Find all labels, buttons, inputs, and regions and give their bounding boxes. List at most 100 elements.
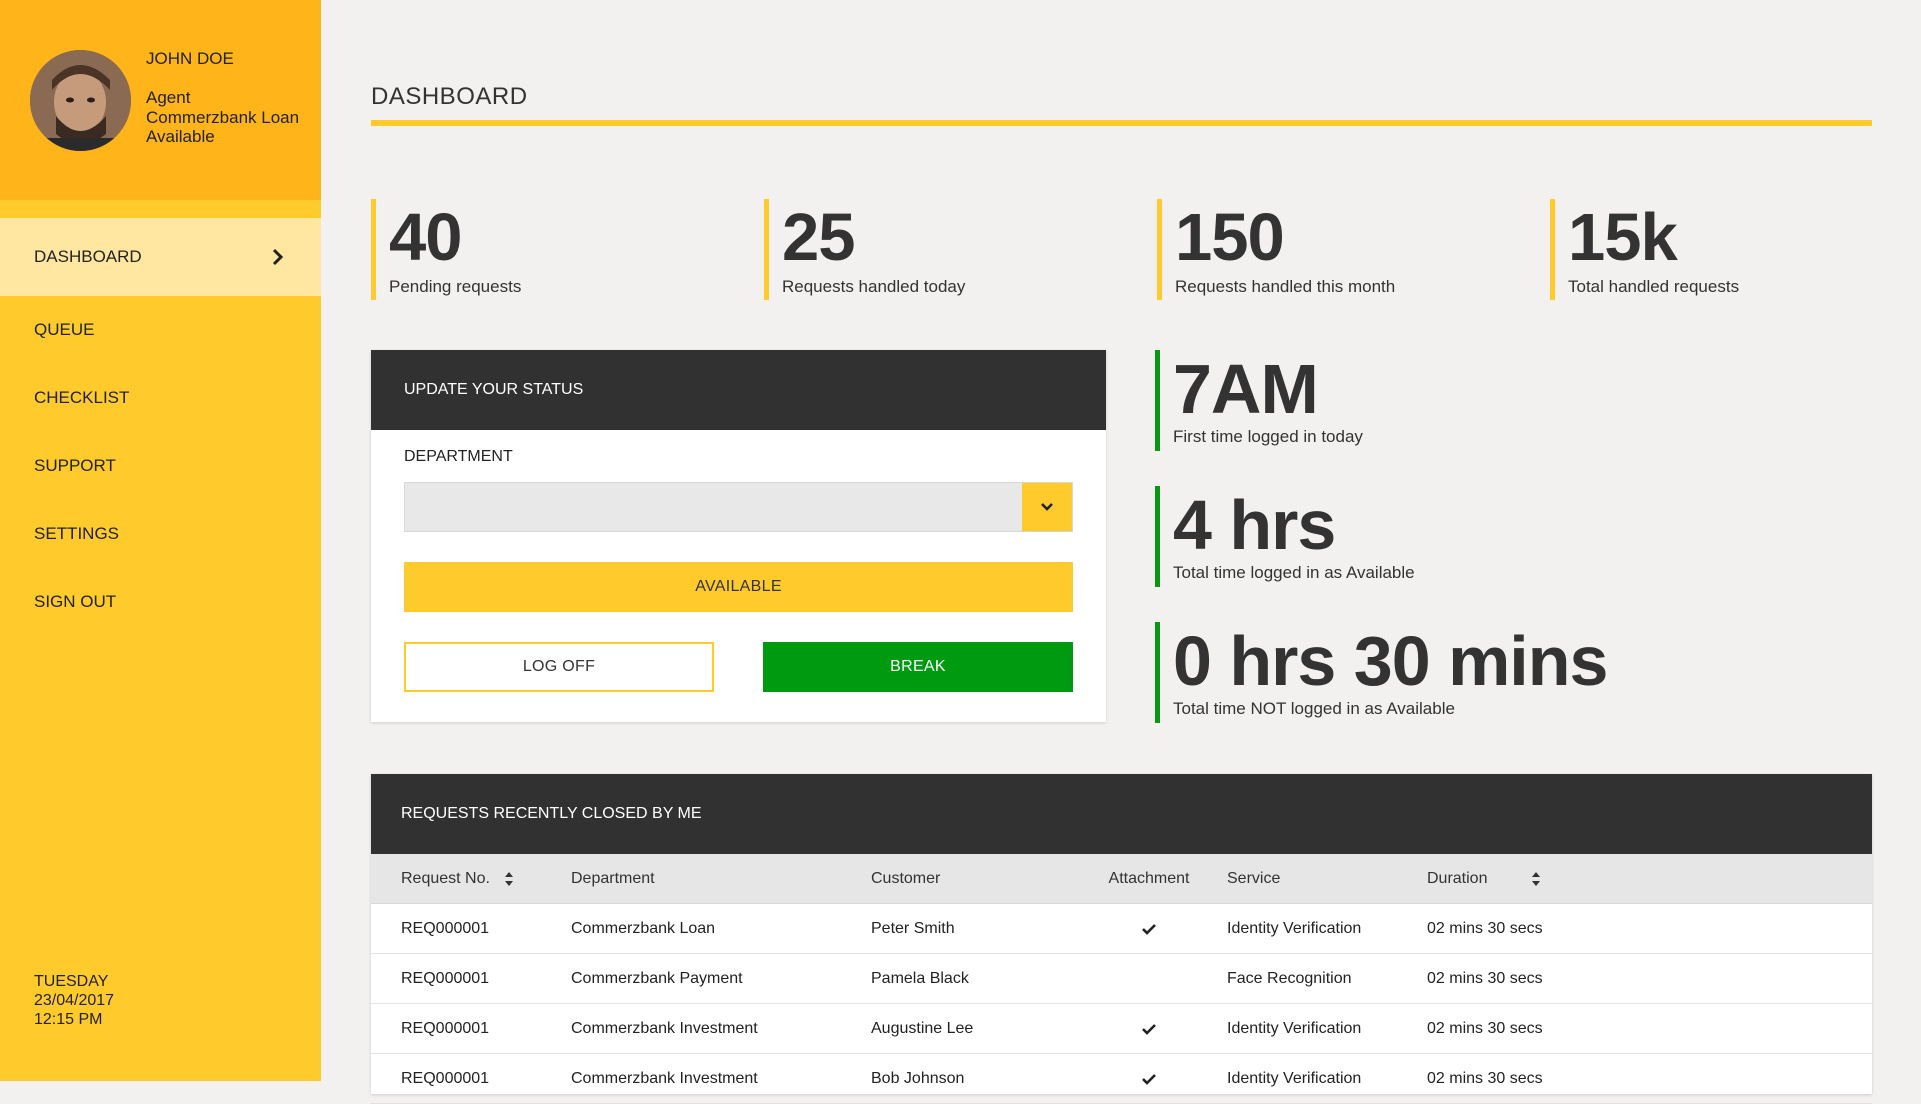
page-title: DASHBOARD (371, 83, 528, 110)
cell-request-no: REQ000001 (401, 1069, 490, 1087)
sidebar-item-sign-out[interactable]: SIGN OUT (0, 568, 321, 636)
update-status-card: UPDATE YOUR STATUS DEPARTMENT AVAILABLE … (371, 350, 1106, 722)
available-button[interactable]: AVAILABLE (404, 562, 1073, 612)
stat-label: Total time NOT logged in as Available (1173, 699, 1455, 718)
sidebar: JOHN DOE Agent Commerzbank Loan Availabl… (0, 0, 321, 1081)
card-title: REQUESTS RECENTLY CLOSED BY ME (401, 805, 702, 822)
sidebar-item-support[interactable]: SUPPORT (0, 432, 321, 500)
cell-customer: Augustine Lee (871, 1019, 974, 1037)
stat-first-login: 7AM First time logged in today (1155, 350, 1363, 451)
column-header-customer: Customer (871, 869, 941, 887)
chevron-right-icon (272, 248, 284, 266)
cell-duration: 02 mins 30 secs (1427, 1069, 1543, 1087)
cell-request-no: REQ000001 (401, 919, 490, 937)
stat-value: 40 (389, 200, 463, 275)
sidebar-item-label: CHECKLIST (34, 388, 130, 407)
sidebar-item-label: SUPPORT (34, 456, 116, 475)
card-header: REQUESTS RECENTLY CLOSED BY ME (371, 774, 1872, 854)
cell-request-no: REQ000001 (401, 1019, 490, 1037)
column-label: Duration (1427, 869, 1488, 887)
stat-value: 150 (1175, 200, 1285, 275)
table-header: Request No. Department Customer Attachme… (371, 854, 1872, 904)
sidebar-item-checklist[interactable]: CHECKLIST (0, 364, 321, 432)
card-title: UPDATE YOUR STATUS (404, 381, 584, 398)
cell-request-no: REQ000001 (401, 969, 490, 987)
sidebar-item-settings[interactable]: SETTINGS (0, 500, 321, 568)
stat-value: 7AM (1173, 350, 1319, 428)
sidebar-item-dashboard[interactable]: DASHBOARD (0, 218, 321, 296)
sidebar-item-label: SETTINGS (34, 524, 120, 543)
recent-requests-card: REQUESTS RECENTLY CLOSED BY ME Request N… (371, 774, 1872, 1104)
cell-attachment (1071, 923, 1227, 935)
avatar (30, 50, 131, 151)
stat-handled-month: 150 Requests handled this month (1157, 199, 1395, 300)
stat-value: 4 hrs (1173, 486, 1336, 564)
stat-label: Total time logged in as Available (1173, 563, 1415, 582)
chevron-down-icon (1041, 503, 1053, 511)
date: 23/04/2017 (34, 992, 115, 1009)
cell-service: Identity Verification (1227, 1069, 1362, 1087)
column-header-attachment: Attachment (1108, 869, 1190, 887)
card-header: UPDATE YOUR STATUS (371, 350, 1106, 430)
user-name: JOHN DOE (146, 49, 234, 68)
cell-duration: 02 mins 30 secs (1427, 919, 1543, 937)
cell-customer: Bob Johnson (871, 1069, 965, 1087)
cell-department: Commerzbank Payment (571, 969, 743, 987)
stat-value: 0 hrs 30 mins (1173, 622, 1608, 700)
stat-total-handled: 15k Total handled requests (1550, 199, 1739, 300)
sort-icon[interactable] (1531, 871, 1541, 887)
department-dropdown-toggle[interactable] (1022, 483, 1072, 531)
check-icon (1142, 923, 1156, 935)
cell-duration: 02 mins 30 secs (1427, 969, 1543, 987)
stat-label: Pending requests (389, 277, 522, 296)
cell-service: Identity Verification (1227, 919, 1362, 937)
stat-label: First time logged in today (1173, 427, 1363, 446)
profile-panel: JOHN DOE Agent Commerzbank Loan Availabl… (0, 0, 321, 200)
stat-value: 25 (782, 200, 856, 275)
stat-handled-today: 25 Requests handled today (764, 199, 965, 300)
cell-attachment (1071, 1023, 1227, 1035)
cell-duration: 02 mins 30 secs (1427, 1019, 1543, 1037)
sidebar-nav: DASHBOARD QUEUE CHECKLIST SUPPORT SETTIN… (0, 218, 321, 636)
log-off-button[interactable]: LOG OFF (404, 642, 714, 692)
sidebar-item-queue[interactable]: QUEUE (0, 296, 321, 364)
cell-service: Face Recognition (1227, 969, 1352, 987)
time: 12:15 PM (34, 1011, 103, 1028)
cell-department: Commerzbank Investment (571, 1019, 758, 1037)
stat-pending-requests: 40 Pending requests (371, 199, 521, 300)
sidebar-item-label: SIGN OUT (34, 592, 117, 611)
department-select[interactable] (404, 482, 1073, 532)
stat-label: Requests handled this month (1175, 277, 1396, 296)
cell-service: Identity Verification (1227, 1019, 1362, 1037)
sort-icon[interactable] (504, 871, 514, 887)
cell-department: Commerzbank Investment (571, 1069, 758, 1087)
table-row[interactable]: REQ000001 Commerzbank Investment Augusti… (371, 1004, 1872, 1054)
table-row[interactable]: REQ000001 Commerzbank Investment Bob Joh… (371, 1054, 1872, 1104)
column-header-service: Service (1227, 869, 1281, 887)
stat-value: 15k (1568, 200, 1678, 275)
column-header-request-no[interactable]: Request No. (371, 870, 571, 888)
cell-customer: Pamela Black (871, 969, 969, 987)
stat-label: Total handled requests (1568, 277, 1740, 296)
table-row[interactable]: REQ000001 Commerzbank Payment Pamela Bla… (371, 954, 1872, 1004)
sidebar-item-label: QUEUE (34, 320, 95, 339)
stat-label: Requests handled today (782, 277, 966, 296)
stat-time-not-available: 0 hrs 30 mins Total time NOT logged in a… (1155, 622, 1608, 723)
cell-department: Commerzbank Loan (571, 919, 716, 937)
column-header-duration[interactable]: Duration (1427, 870, 1627, 888)
weekday: TUESDAY (34, 973, 109, 990)
title-divider (371, 120, 1872, 126)
cell-customer: Peter Smith (871, 919, 955, 937)
date-time-display: TUESDAY 23/04/2017 12:15 PM (34, 972, 114, 1029)
check-icon (1142, 1023, 1156, 1035)
avatar-image (30, 50, 131, 151)
user-role: Agent (146, 88, 191, 107)
sidebar-item-label: DASHBOARD (34, 247, 142, 266)
table-row[interactable]: REQ000001 Commerzbank Loan Peter Smith I… (371, 904, 1872, 954)
user-details: Agent Commerzbank Loan Available (146, 88, 299, 147)
check-icon (1142, 1073, 1156, 1085)
break-button[interactable]: BREAK (763, 642, 1073, 692)
department-label: DEPARTMENT (404, 448, 513, 465)
user-department: Commerzbank Loan (146, 107, 300, 127)
column-header-department: Department (571, 869, 655, 887)
